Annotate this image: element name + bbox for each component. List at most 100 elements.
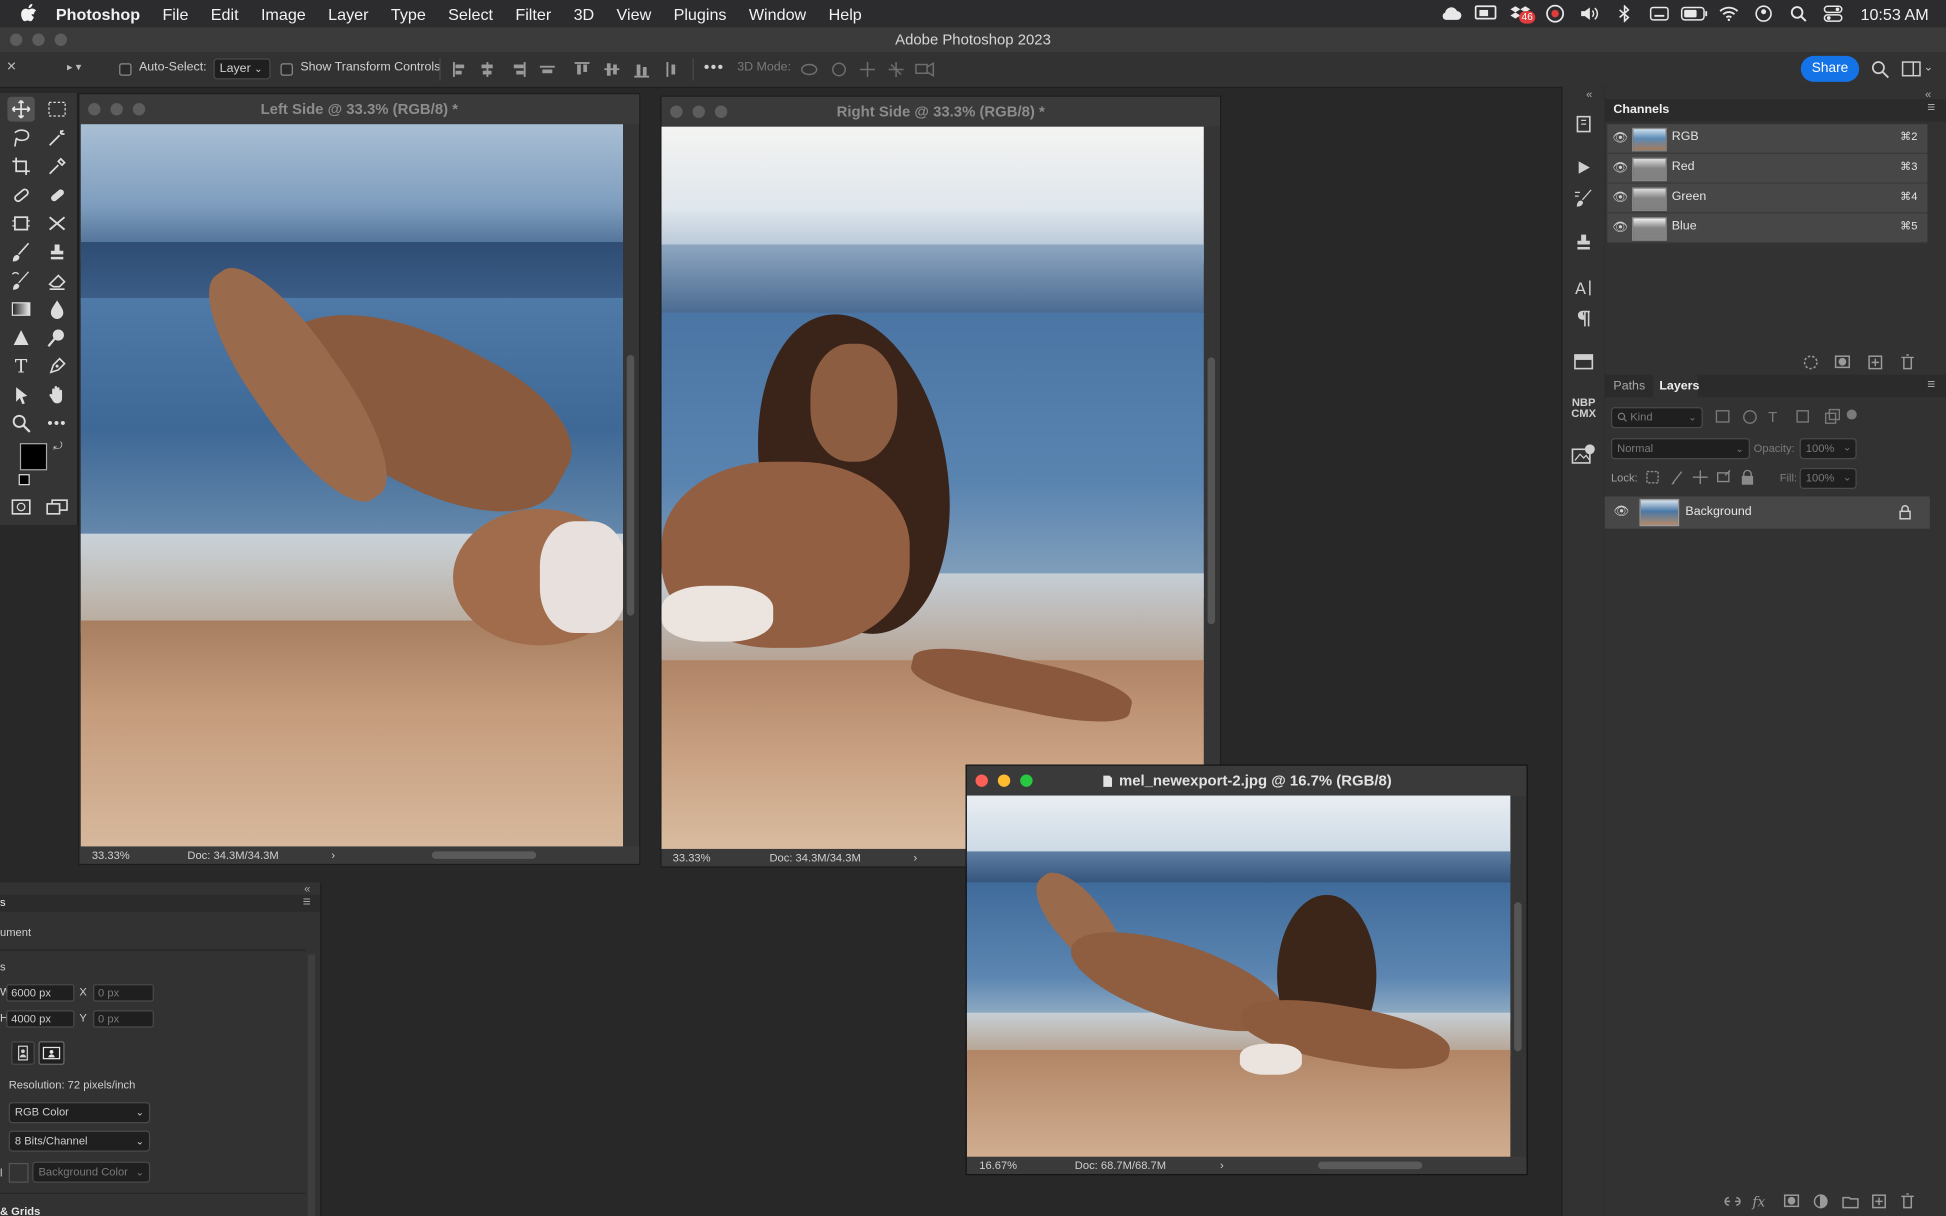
healing-brush-icon[interactable] (43, 182, 70, 207)
clone-source-icon[interactable] (1574, 232, 1594, 252)
zoom-level[interactable]: 33.33% (92, 846, 130, 863)
zoom-level[interactable]: 33.33% (673, 849, 711, 866)
spot-healing-icon[interactable] (7, 182, 34, 207)
dodge-tool-icon[interactable] (43, 325, 70, 350)
workspace-chevron-icon[interactable]: ⌄ (1924, 61, 1933, 75)
collapse-dock-icon[interactable]: « (1586, 88, 1592, 100)
tab-paths[interactable]: Paths (1613, 380, 1645, 394)
document-title-bar[interactable]: Left Side @ 33.3% (RGB/8) * (79, 94, 640, 125)
height-field[interactable]: 4000 px (6, 1010, 75, 1028)
control-center-icon[interactable] (1820, 0, 1847, 27)
horizontal-scrollbar[interactable] (1318, 1161, 1423, 1170)
content-move-icon[interactable] (43, 211, 70, 236)
keyboard-icon[interactable] (1646, 0, 1673, 27)
menu-select[interactable]: Select (437, 4, 504, 23)
doc-close-button[interactable] (975, 774, 988, 787)
properties-menu-icon[interactable]: ≡ (303, 895, 311, 910)
content-aware-icon[interactable] (7, 211, 34, 236)
layer-kind-filter[interactable]: Kind ⌄ (1610, 407, 1703, 429)
doc-close-button[interactable] (670, 105, 683, 118)
bit-depth-dropdown[interactable]: 8 Bits/Channel ⌄ (8, 1130, 151, 1152)
collapse-properties-icon[interactable]: « (304, 882, 310, 894)
align-distribute-icons[interactable] (451, 61, 687, 78)
path-selection-icon[interactable] (7, 382, 34, 407)
hand-tool-icon[interactable] (43, 382, 70, 407)
menu-image[interactable]: Image (250, 4, 317, 23)
swap-colors-icon[interactable]: ⤾ (53, 439, 62, 453)
show-transform-checkbox[interactable] (280, 63, 293, 76)
opacity-chevron-icon[interactable]: ⌄ (1843, 442, 1851, 453)
menu-edit[interactable]: Edit (200, 4, 250, 23)
nbp-plugin-icon[interactable]: NBP CMX (1568, 397, 1600, 419)
menu-help[interactable]: Help (817, 4, 873, 23)
menu-type[interactable]: Type (380, 4, 437, 23)
share-button[interactable]: Share (1800, 55, 1860, 82)
brushes-panel-icon[interactable] (1574, 189, 1594, 209)
search-icon[interactable] (1870, 60, 1890, 80)
type-tool-icon[interactable]: T (7, 354, 34, 379)
menu-view[interactable]: View (605, 4, 662, 23)
width-field[interactable]: 6000 px (6, 984, 75, 1002)
landscape-orientation-button[interactable] (38, 1041, 65, 1065)
doc-minimize-button[interactable] (692, 105, 705, 118)
doc-minimize-button[interactable] (110, 103, 123, 116)
status-menu-arrow-icon[interactable]: › (913, 849, 917, 866)
fill-color-swatch[interactable] (8, 1162, 29, 1183)
tab-properties[interactable]: s (0, 896, 6, 908)
eyedropper-icon[interactable] (43, 154, 70, 179)
window-zoom-button[interactable] (54, 33, 68, 46)
menu-filter[interactable]: Filter (504, 4, 562, 23)
character-panel-icon[interactable]: A (1574, 278, 1594, 298)
move-tool-icon[interactable] (7, 96, 35, 122)
creative-cloud-icon[interactable] (1437, 0, 1464, 27)
more-options-icon[interactable]: ••• (704, 57, 725, 76)
doc-zoom-button[interactable] (1020, 774, 1033, 787)
menu-file[interactable]: File (151, 4, 199, 23)
auto-select-target-dropdown[interactable]: Layer ⌄ (213, 58, 271, 80)
document-title-bar[interactable]: mel_newexport-2.jpg @ 16.7% (RGB/8) (966, 765, 1527, 796)
window-minimize-button[interactable] (32, 33, 45, 46)
zoom-level[interactable]: 16.67% (979, 1157, 1017, 1174)
visibility-eye-icon[interactable]: 👁 (1612, 221, 1628, 235)
clone-stamp-icon[interactable] (43, 240, 70, 265)
dropbox-icon[interactable]: 46 (1507, 0, 1536, 27)
display-mirror-icon[interactable] (1472, 0, 1499, 27)
magic-wand-icon[interactable] (43, 125, 70, 150)
x-field[interactable]: 0 px (93, 984, 154, 1002)
window-close-button[interactable] (9, 33, 23, 46)
doc-close-button[interactable] (88, 103, 101, 116)
visibility-eye-icon[interactable]: 👁 (1612, 191, 1628, 205)
visibility-eye-icon[interactable]: 👁 (1612, 161, 1628, 175)
channel-row[interactable]: 👁 Red ⌘3 (1607, 153, 1928, 184)
doc-zoom-button[interactable] (714, 105, 728, 118)
layer-row[interactable]: 👁 Background (1604, 496, 1930, 529)
properties-scrollbar[interactable] (307, 954, 316, 1216)
gradient-tool-icon[interactable] (7, 297, 34, 322)
channel-row[interactable]: 👁 Green ⌘4 (1607, 183, 1928, 214)
close-panel-icon[interactable]: ✕ (6, 61, 16, 75)
screen-record-icon[interactable] (1542, 0, 1569, 27)
vertical-scrollbar[interactable] (1207, 357, 1216, 625)
document-title-bar[interactable]: Right Side @ 33.3% (RGB/8) * (661, 96, 1221, 127)
history-brush-icon[interactable] (7, 268, 34, 293)
tool-preset-chevron-icon[interactable]: ▸ ▾ (67, 61, 81, 75)
background-color-dropdown[interactable]: Background Color ⌄ (32, 1161, 151, 1183)
channels-footer-icons[interactable] (1802, 354, 1921, 371)
fill-chevron-icon[interactable]: ⌄ (1843, 472, 1851, 483)
lock-icon[interactable] (1898, 504, 1913, 520)
menu-3d[interactable]: 3D (562, 4, 605, 23)
3d-mode-icons[interactable] (799, 60, 938, 80)
menu-plugins[interactable]: Plugins (662, 4, 737, 23)
wifi-icon[interactable] (1715, 0, 1742, 27)
status-menu-arrow-icon[interactable]: › (331, 846, 335, 863)
actions-panel-icon[interactable] (1575, 159, 1592, 176)
workspace-layout-icon[interactable] (1901, 61, 1921, 78)
blend-mode-dropdown[interactable]: Normal ⌄ (1610, 438, 1750, 460)
screen-mode-icon[interactable] (43, 495, 70, 520)
y-field[interactable]: 0 px (93, 1010, 154, 1028)
layer-filter-icons[interactable]: T (1714, 408, 1863, 426)
channels-panel-menu-icon[interactable]: ≡ (1927, 101, 1935, 116)
brush-tool-icon[interactable] (7, 240, 34, 265)
doc-size[interactable]: Doc: 34.3M/34.3M (187, 846, 278, 863)
canvas-right-side[interactable] (661, 126, 1204, 851)
